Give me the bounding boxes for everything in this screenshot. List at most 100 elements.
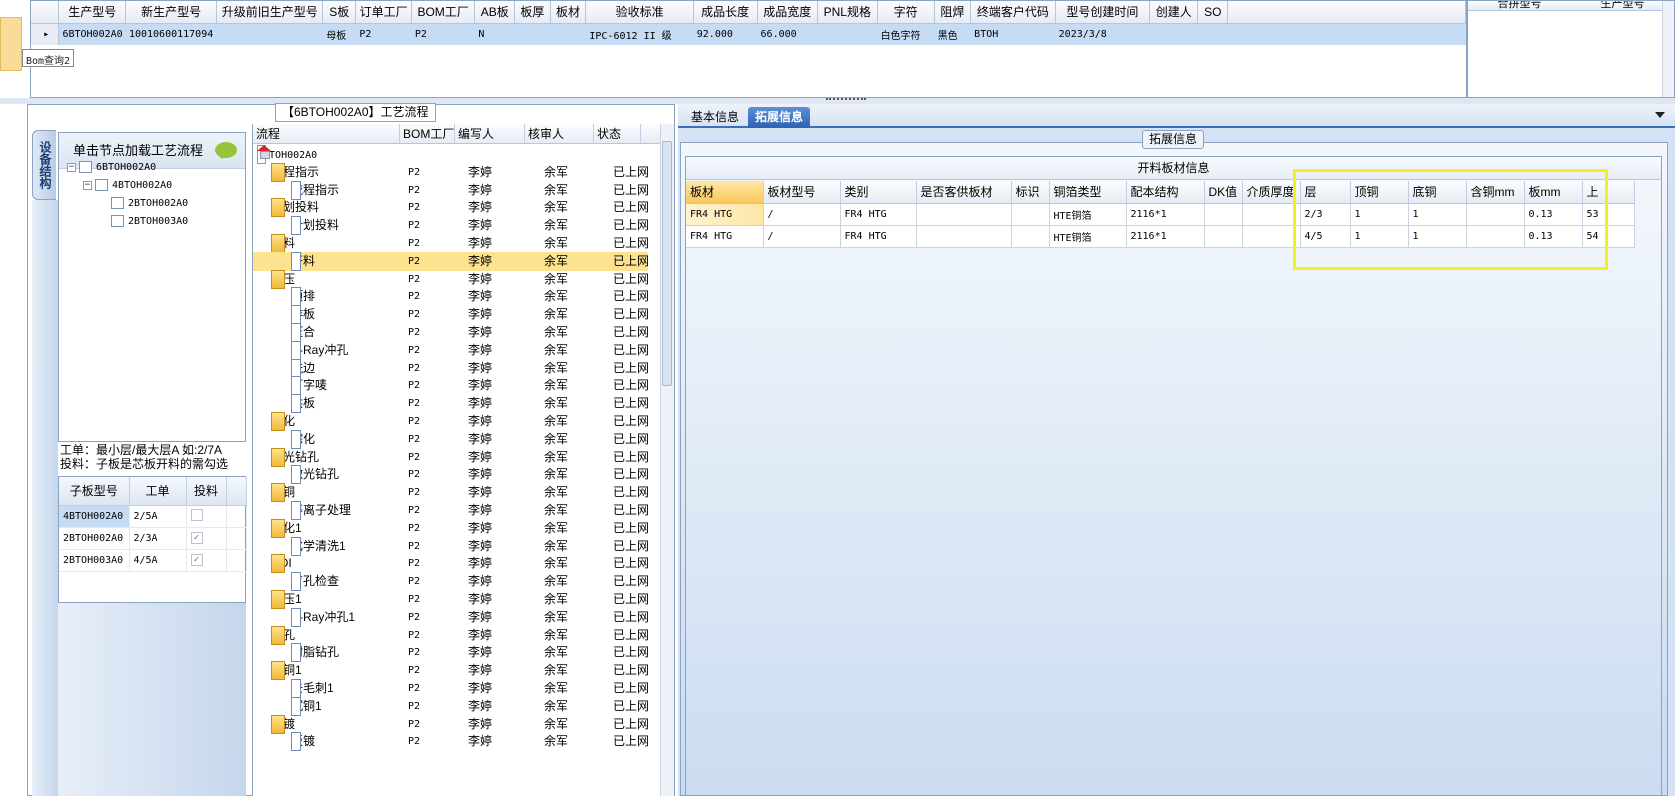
process-row[interactable]: X-Ray冲孔 P2 李婷 余军 已上网 (253, 340, 648, 360)
collapse-icon[interactable]: − (67, 162, 76, 172)
column-header[interactable]: 成品宽度 (757, 1, 819, 24)
process-row[interactable]: −层压 P2 李婷 余军 已上网 (253, 269, 648, 289)
writer: 李婷 (468, 734, 493, 749)
process-flow-grid[interactable]: 流程 BOM工厂 编写人 核审人 状态 −6BTOH002A0−流程指示 P2 李婷… (252, 124, 660, 796)
process-row[interactable]: 铣边 P2 李婷 余军 已上网 (253, 358, 648, 378)
column-header[interactable]: 流程 (253, 124, 400, 144)
process-row[interactable]: −棕化1 P2 李婷 余军 已上网 (253, 518, 648, 538)
process-row[interactable]: 压合 P2 李婷 余军 已上网 (253, 323, 648, 342)
chevron-down-icon[interactable] (1655, 112, 1665, 123)
column-header[interactable]: 工单 (129, 477, 187, 506)
top-product-grid[interactable]: 生产型号 新生产型号 升级前旧生产型号 S板 订单工厂 BOM工厂 AB板 板厚 板材 验收标准成… (30, 0, 1467, 98)
collapse-icon[interactable]: − (83, 180, 92, 190)
column-header[interactable]: SO (1197, 1, 1229, 24)
process-row[interactable]: −开料 P2 李婷 余军 已上网 (253, 234, 648, 253)
process-row[interactable]: 树脂钻孔 P2 李婷 余军 已上网 (253, 643, 648, 663)
process-row[interactable]: X-Ray冲孔1 P2 李婷 余军 已上网 (253, 607, 648, 627)
process-row[interactable]: −激光钻孔 P2 李婷 余军 已上网 (253, 447, 648, 467)
column-header[interactable] (31, 1, 60, 24)
process-row[interactable]: −电镀 P2 李婷 余军 已上网 (253, 714, 648, 734)
tab-extended-info[interactable]: 拓展信息 (748, 107, 811, 128)
process-row[interactable]: 开料 P2 李婷 余军 已上网 (253, 251, 648, 271)
column-header[interactable]: 升级前旧生产型号 (216, 1, 324, 24)
process-row[interactable]: 等离子处理 P2 李婷 余军 已上网 (253, 501, 648, 520)
feed-checkbox[interactable] (190, 508, 203, 521)
table-row[interactable]: 2BTOH002A0 2/3A ✓ (59, 527, 247, 550)
column-header[interactable]: DK值 (1204, 181, 1243, 204)
process-row[interactable]: 排板 P2 李婷 余军 已上网 (253, 305, 648, 325)
process-row[interactable]: 沉铜1 P2 李婷 余军 已上网 (253, 696, 648, 716)
left-edge-tab[interactable] (0, 17, 22, 71)
process-row[interactable]: 计划投料 P2 李婷 余军 已上网 (253, 216, 648, 236)
process-row[interactable]: −层压1 P2 李婷 余军 已上网 (253, 590, 648, 609)
column-header[interactable]: 介质厚度 (1242, 181, 1301, 204)
column-header[interactable]: 是否客供板材 (916, 181, 1012, 204)
column-header[interactable]: AB板 (474, 1, 516, 24)
column-header[interactable]: 子板型号 (59, 477, 130, 506)
column-header[interactable]: 编写人 (455, 124, 525, 144)
table-row[interactable]: 4BTOH002A0 2/5A (59, 505, 247, 528)
column-header[interactable]: 生产型号 (58, 1, 126, 24)
column-header[interactable]: 新生产型号 (125, 1, 218, 24)
tab-structure[interactable]: 设备结构 (32, 130, 56, 200)
column-header[interactable]: 终端客户代码 (970, 1, 1056, 24)
structure-tree[interactable]: 单击节点加载工艺流程 −6BTOH002A0 −4BTOH002A0 2BTOH… (58, 132, 246, 442)
process-row[interactable]: 板镀 P2 李婷 余军 已上网 (253, 732, 648, 752)
column-header[interactable]: 标识 (1011, 181, 1050, 204)
process-row[interactable]: −棕化 P2 李婷 余军 已上网 (253, 412, 648, 431)
column-header[interactable]: 投料 (186, 477, 227, 506)
column-header[interactable]: 板材 (550, 1, 587, 24)
column-header[interactable]: 板材 (686, 181, 764, 204)
column-header[interactable]: 验收标准 (585, 1, 694, 24)
table-row[interactable]: 2BTOH003A0 4/5A ✓ (59, 549, 247, 572)
column-header[interactable]: 配本结构 (1126, 181, 1205, 204)
tree-node[interactable]: 2BTOH003A0 (111, 214, 188, 230)
process-row[interactable]: −6BTOH002A0 (253, 145, 648, 164)
tree-node[interactable]: − 4BTOH002A0 (83, 178, 172, 194)
process-row[interactable]: −AOI P2 李婷 余军 已上网 (253, 554, 648, 574)
scrollbar-thumb[interactable] (662, 141, 672, 386)
process-row[interactable]: 烘板 P2 李婷 余军 已上网 (253, 394, 648, 414)
tree-node[interactable]: 2BTOH002A0 (111, 196, 188, 212)
splitter-grip[interactable] (826, 98, 866, 101)
column-header[interactable]: 类别 (840, 181, 917, 204)
tab-basic-info[interactable]: 基本信息 (684, 107, 746, 128)
column-header[interactable]: 订单工厂 (355, 1, 412, 24)
column-header[interactable]: 型号创建时间 (1055, 1, 1150, 24)
tree-node[interactable]: − 6BTOH002A0 (67, 160, 156, 176)
process-row[interactable]: 预排 P2 李婷 余军 已上网 (253, 287, 648, 307)
column-header[interactable]: 创建人 (1149, 1, 1199, 24)
feed-checkbox[interactable]: ✓ (190, 532, 203, 544)
column-header[interactable]: 核审人 (525, 124, 594, 144)
process-row[interactable]: −沉铜1 P2 李婷 余军 已上网 (253, 661, 648, 681)
process-row[interactable]: 流程指示 P2 李婷 余军 已上网 (253, 180, 648, 200)
table-row[interactable]: ▸ 6BTOH002A0 10010600117094 母板 P2 P2 N IPC-6012… (31, 23, 1466, 45)
column-header[interactable]: S板 (322, 1, 357, 24)
column-header[interactable]: 阻焊 (934, 1, 972, 24)
process-row[interactable]: −钻孔 P2 李婷 余军 已上网 (253, 625, 648, 645)
process-row[interactable]: −流程指示 P2 李婷 余军 已上网 (253, 162, 648, 182)
process-row[interactable]: −计划投料 P2 李婷 余军 已上网 (253, 198, 648, 218)
column-header[interactable]: PNL规格 (817, 1, 878, 24)
process-row[interactable]: 激光钻孔 P2 李婷 余军 已上网 (253, 465, 648, 485)
column-header[interactable]: 成品长度 (693, 1, 758, 24)
table-cell (550, 23, 587, 45)
column-header[interactable]: 铜箔类型 (1049, 181, 1127, 204)
process-row[interactable]: 盲孔检查 P2 李婷 余军 已上网 (253, 572, 648, 592)
row-indicator[interactable]: ▸ (31, 23, 60, 45)
feed-checkbox[interactable]: ✓ (190, 554, 203, 566)
subboard-grid[interactable]: 子板型号 工单 投料 4BTOH002A0 2/5A 2BTOH002A0 2/3A ✓… (58, 476, 247, 603)
scrollbar[interactable] (1662, 1, 1674, 97)
merged-models-grid[interactable]: 合拼型号 生产型号 (1467, 0, 1675, 98)
column-header[interactable]: 板厚 (514, 1, 551, 24)
process-row[interactable]: 棕化 P2 李婷 余军 已上网 (253, 429, 648, 449)
process-row[interactable]: 化学清洗1 P2 李婷 余军 已上网 (253, 536, 648, 556)
process-row[interactable]: −沉铜 P2 李婷 余军 已上网 (253, 483, 648, 503)
process-row[interactable]: 打字唛 P2 李婷 余军 已上网 (253, 376, 648, 396)
column-header[interactable]: BOM工厂 (411, 1, 476, 24)
column-header[interactable]: 板材型号 (763, 181, 841, 204)
process-row[interactable]: 去毛刺1 P2 李婷 余军 已上网 (253, 679, 648, 698)
column-header[interactable]: 字符 (877, 1, 935, 24)
column-header[interactable]: 状态 (594, 124, 641, 144)
column-header[interactable]: BOM工厂 (400, 124, 455, 144)
